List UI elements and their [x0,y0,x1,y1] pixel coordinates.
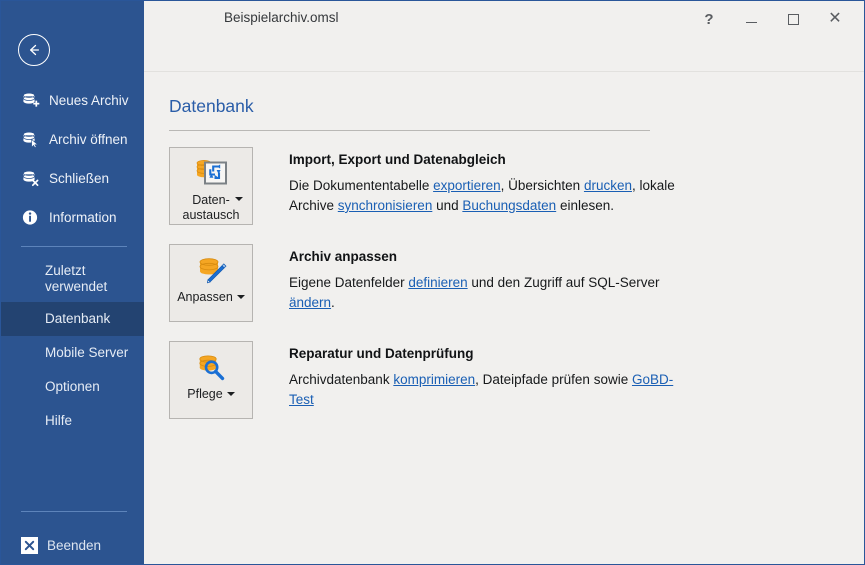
window-title: Beispielarchiv.omsl [224,10,339,25]
help-icon: ? [704,10,714,28]
sidebar-item-hilfe[interactable]: Hilfe [1,404,144,438]
text-fragment: Archivdatenbank [289,372,394,387]
sidebar-item-beenden[interactable]: Beenden [1,526,144,564]
section-datenaustausch: Daten- austausch Import, Export und Date… [169,147,864,225]
sidebar-item-label: Archiv öffnen [49,132,128,147]
sidebar-item-label-line2: verwendet [45,279,108,294]
chevron-down-icon[interactable] [235,197,243,201]
main-pane: Beispielarchiv.omsl ? ✕ Datenbank Daten-… [144,1,864,564]
sidebar-item-label: Optionen [45,379,100,395]
section-body: Die Dokumententabelle exportieren, Übers… [289,176,689,216]
sidebar-item-label: Beenden [47,537,102,553]
sidebar: Neues Archiv Archiv öffnen Schließen Inf… [1,1,144,564]
sidebar-actions: Neues Archiv Archiv öffnen Schließen Inf… [1,81,144,438]
sidebar-nav: Zuletzt verwendet Datenbank Mobile Serve… [1,256,144,438]
sidebar-item-datenbank[interactable]: Datenbank [1,302,144,336]
maximize-icon [787,13,799,25]
link-aendern[interactable]: ändern [289,295,331,310]
help-button[interactable]: ? [688,4,730,34]
section-body: Eigene Datenfelder definieren und den Zu… [289,273,689,313]
sidebar-divider-top [21,246,127,247]
link-komprimieren[interactable]: komprimieren [393,372,475,387]
link-definieren[interactable]: definieren [408,275,467,290]
section-text: Reparatur und Datenprüfung Archivdatenba… [289,341,689,410]
text-fragment: , Übersichten [500,178,584,193]
datenaustausch-button[interactable]: Daten- austausch [169,147,253,225]
title-bar: Beispielarchiv.omsl ? ✕ [144,1,864,72]
database-add-icon [21,91,40,110]
database-edit-icon [194,254,228,288]
text-fragment: und [432,197,463,213]
sidebar-item-label: Mobile Server [45,345,129,361]
minimize-button[interactable] [730,4,772,34]
sidebar-item-label: Schließen [49,171,110,186]
button-label-line1: Pflege [187,387,223,401]
text-fragment: , Dateipfade prüfen sowie [475,372,632,387]
sidebar-item-mobile-server[interactable]: Mobile Server [1,336,144,370]
sidebar-item-information[interactable]: Information [1,198,144,237]
sidebar-divider-bottom [21,511,127,512]
sidebar-footer: Beenden [1,502,144,564]
button-label: Daten- austausch [180,193,243,224]
close-icon: ✕ [828,10,842,27]
button-label-line1: Daten- [192,192,230,207]
text-fragment: einlesen. [556,197,614,213]
sidebar-item-label: Information [49,210,117,225]
section-heading: Reparatur und Datenprüfung [289,346,474,361]
sidebar-item-label: Hilfe [45,413,73,429]
section-body: Archivdatenbank komprimieren, Dateipfade… [289,370,689,410]
section-heading: Import, Export und Datenabgleich [289,152,506,167]
sidebar-item-optionen[interactable]: Optionen [1,370,144,404]
minimize-icon [745,21,757,24]
sidebar-item-label: Datenbank [45,311,111,327]
back-arrow-icon [30,44,40,56]
section-archiv-anpassen: Anpassen Archiv anpassen Eigene Datenfel… [169,244,864,322]
chevron-down-icon[interactable] [236,295,245,300]
maximize-button[interactable] [772,4,814,34]
database-open-icon [21,130,40,149]
data-exchange-icon [194,157,228,191]
window-controls: ? ✕ [688,4,856,34]
sidebar-item-zuletzt-verwendet[interactable]: Zuletzt verwendet [1,256,144,302]
section-text: Import, Export und Datenabgleich Die Dok… [289,147,689,216]
page-title: Datenbank [169,96,254,116]
sections-list: Daten- austausch Import, Export und Date… [169,147,864,438]
button-label: Anpassen [174,290,248,306]
sidebar-item-neues-archiv[interactable]: Neues Archiv [1,81,144,120]
app-window: Neues Archiv Archiv öffnen Schließen Inf… [0,0,865,565]
section-heading: Archiv anpassen [289,249,398,264]
text-fragment: Die Dokumententabelle [289,178,434,193]
link-exportieren[interactable]: exportieren [433,178,501,193]
link-drucken[interactable]: drucken [584,178,632,193]
text-fragment: . [331,294,335,310]
section-text: Archiv anpassen Eigene Datenfelder defin… [289,244,689,313]
database-inspect-icon [194,351,228,385]
back-button[interactable] [18,34,50,66]
database-close-icon [21,169,40,188]
sidebar-item-archiv-oeffnen[interactable]: Archiv öffnen [1,120,144,159]
text-fragment: und den Zugriff auf SQL-Server [467,275,660,290]
pflege-button[interactable]: Pflege [169,341,253,419]
sidebar-item-schliessen[interactable]: Schließen [1,159,144,198]
button-label-line1: Anpassen [177,290,233,304]
link-synchronisieren[interactable]: synchronisieren [338,198,433,213]
link-buchungsdaten[interactable]: Buchungsdaten [462,198,556,213]
sidebar-item-label-line1: Zuletzt [45,263,86,279]
exit-x-icon [21,536,38,554]
info-icon [21,208,40,227]
section-reparatur-datenpruefung: Pflege Reparatur und Datenprüfung Archiv… [169,341,864,419]
button-label: Pflege [184,387,237,403]
button-label-line2: austausch [182,208,240,223]
close-button[interactable]: ✕ [814,4,856,34]
anpassen-button[interactable]: Anpassen [169,244,253,322]
sidebar-item-label: Neues Archiv [49,93,129,108]
title-divider [169,130,650,131]
chevron-down-icon[interactable] [226,392,235,397]
text-fragment: Eigene Datenfelder [289,275,409,290]
